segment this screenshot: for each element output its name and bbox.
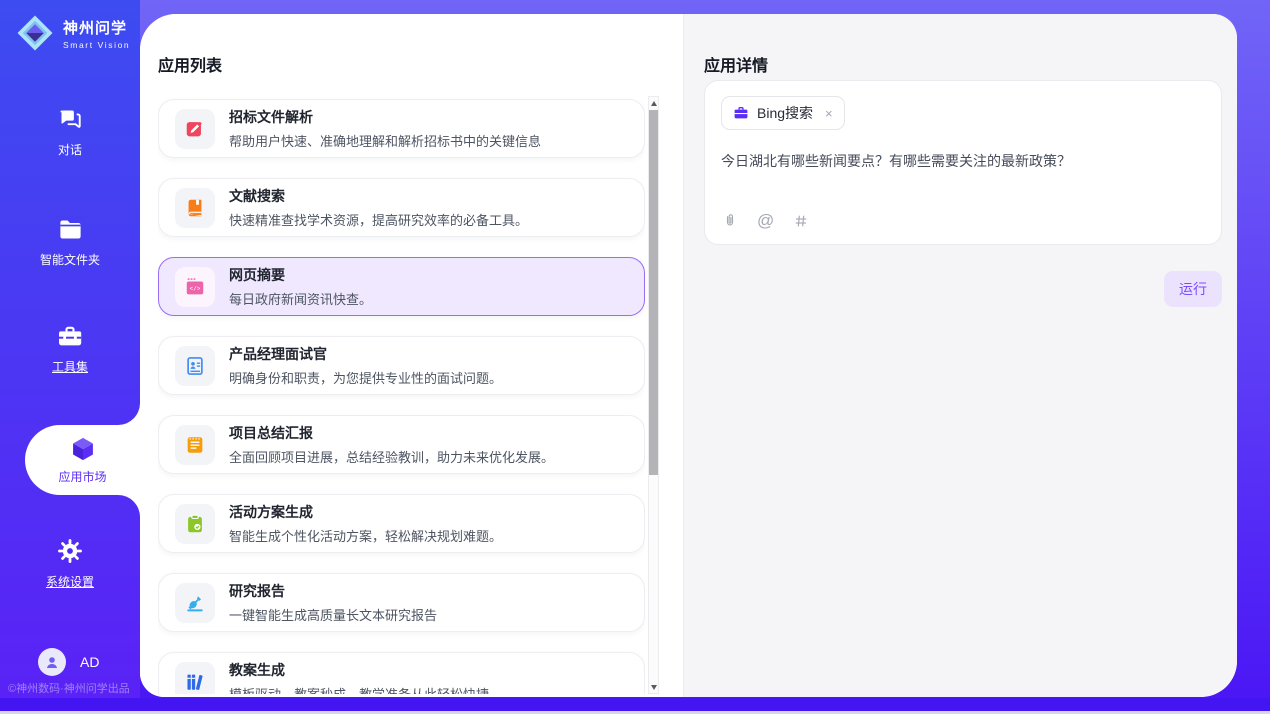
svg-text:</>: </> (190, 285, 201, 292)
app-desc: 明确身份和职责，为您提供专业性的面试问题。 (229, 368, 502, 387)
paperclip-icon[interactable] (722, 212, 738, 230)
user-initials: AD (80, 654, 99, 670)
app-card-research-report[interactable]: 研究报告 一键智能生成高质量长文本研究报告 (158, 573, 645, 632)
sidebar-item-label: 应用市场 (58, 468, 106, 485)
resume-icon (175, 346, 215, 386)
run-row: 运行 (704, 271, 1222, 307)
app-desc: 帮助用户快速、准确地理解和解析招标书中的关键信息 (229, 131, 541, 150)
app-card-bid-doc-analysis[interactable]: 招标文件解析 帮助用户快速、准确地理解和解析招标书中的关键信息 (158, 99, 645, 158)
note-icon (175, 425, 215, 465)
sidebar-item-label: 系统设置 (0, 573, 140, 590)
diamond-logo-icon (14, 12, 56, 54)
app-desc: 模板驱动，教案秒成，教学准备从此轻松快捷 (229, 684, 489, 694)
sidebar-item-chat[interactable]: 对话 (0, 105, 140, 158)
scroll-down-arrow[interactable] (649, 681, 658, 693)
prompt-card: Bing搜索 × 今日湖北有哪些新闻要点？有哪些需要关注的最新政策？ @ (704, 80, 1222, 245)
books-icon (175, 662, 215, 695)
sidebar-item-app-market[interactable]: 应用市场 (25, 425, 140, 495)
chip-close-icon[interactable]: × (825, 106, 833, 121)
sidebar-item-settings[interactable]: 系统设置 (0, 537, 140, 590)
browser-code-icon: </> (175, 267, 215, 307)
clipboard-check-icon (175, 504, 215, 544)
app-name: 教案生成 (229, 660, 489, 680)
cube-icon (69, 435, 97, 463)
app-window: 神州问学 Smart Vision 对话 智能文件夹 (0, 0, 1270, 714)
briefcase-icon (733, 105, 749, 121)
app-card-literature-search[interactable]: 文献搜索 快速精准查找学术资源，提高研究效率的必备工具。 (158, 178, 645, 237)
app-card-pm-interviewer[interactable]: 产品经理面试官 明确身份和职责，为您提供专业性的面试问题。 (158, 336, 645, 395)
brand-logo: 神州问学 Smart Vision (14, 12, 130, 54)
app-name: 产品经理面试官 (229, 344, 502, 364)
main-content: 应用列表 招标文件解析 帮助用户快速、准确地理解和解析招标书中的关键信息 (140, 14, 1237, 697)
hash-icon[interactable] (793, 213, 809, 229)
sidebar-item-label: 工具集 (0, 358, 140, 375)
book-icon (175, 188, 215, 228)
microscope-icon (175, 583, 215, 623)
prompt-text[interactable]: 今日湖北有哪些新闻要点？有哪些需要关注的最新政策？ (721, 151, 1205, 171)
brand-name: 神州问学 (63, 17, 130, 38)
app-desc: 智能生成个性化活动方案，轻松解决规划难题。 (229, 526, 502, 545)
tool-chip-label: Bing搜索 (757, 103, 813, 123)
bottom-accent-bar (0, 698, 1270, 711)
app-list-scrollbar[interactable] (648, 96, 659, 694)
app-card-lesson-plan[interactable]: 教案生成 模板驱动，教案秒成，教学准备从此轻松快捷 (158, 652, 645, 694)
app-name: 研究报告 (229, 581, 437, 601)
app-name: 网页摘要 (229, 265, 372, 285)
app-name: 活动方案生成 (229, 502, 502, 522)
app-detail-title: 应用详情 (704, 52, 768, 76)
app-desc: 每日政府新闻资讯快查。 (229, 289, 372, 308)
app-name: 招标文件解析 (229, 107, 541, 127)
folder-icon (0, 215, 140, 243)
copyright-footer: ©神州数码·神州问学出品 (8, 680, 130, 696)
brand-subtitle: Smart Vision (63, 40, 130, 50)
user-account[interactable]: AD (38, 648, 99, 676)
scrollbar-thumb[interactable] (649, 110, 658, 475)
sidebar-item-smart-folder[interactable]: 智能文件夹 (0, 215, 140, 268)
sidebar-item-toolset[interactable]: 工具集 (0, 322, 140, 375)
app-name: 文献搜索 (229, 186, 528, 206)
app-card-project-summary[interactable]: 项目总结汇报 全面回顾项目进展，总结经验教训，助力未来优化发展。 (158, 415, 645, 474)
toolbox-icon (0, 322, 140, 350)
chat-icon (0, 105, 140, 133)
at-icon[interactable]: @ (757, 211, 774, 231)
scroll-up-arrow[interactable] (649, 97, 658, 109)
avatar[interactable] (38, 648, 66, 676)
sidebar-item-label: 智能文件夹 (0, 251, 140, 268)
app-desc: 全面回顾项目进展，总结经验教训，助力未来优化发展。 (229, 447, 554, 466)
gear-icon (0, 537, 140, 565)
app-detail-panel: 应用详情 Bing搜索 × 今日湖北有哪些新闻要点？有哪些需要关注的最新政策？ (683, 14, 1237, 697)
sidebar-item-label: 对话 (0, 141, 140, 158)
app-list: 招标文件解析 帮助用户快速、准确地理解和解析招标书中的关键信息 文献搜索 (158, 96, 645, 694)
app-list-title: 应用列表 (158, 52, 222, 76)
app-card-web-summary[interactable]: </> 网页摘要 每日政府新闻资讯快查。 (158, 257, 645, 316)
app-desc: 一键智能生成高质量长文本研究报告 (229, 605, 437, 624)
app-name: 项目总结汇报 (229, 423, 554, 443)
tool-chip-bing-search[interactable]: Bing搜索 × (721, 96, 845, 130)
run-button[interactable]: 运行 (1164, 271, 1222, 307)
app-list-panel: 应用列表 招标文件解析 帮助用户快速、准确地理解和解析招标书中的关键信息 (140, 14, 683, 697)
person-icon (44, 654, 60, 670)
edit-square-icon (175, 109, 215, 149)
app-desc: 快速精准查找学术资源，提高研究效率的必备工具。 (229, 210, 528, 229)
app-card-event-plan[interactable]: 活动方案生成 智能生成个性化活动方案，轻松解决规划难题。 (158, 494, 645, 553)
composer-toolbar: @ (722, 211, 809, 231)
sidebar: 神州问学 Smart Vision 对话 智能文件夹 (0, 0, 140, 698)
